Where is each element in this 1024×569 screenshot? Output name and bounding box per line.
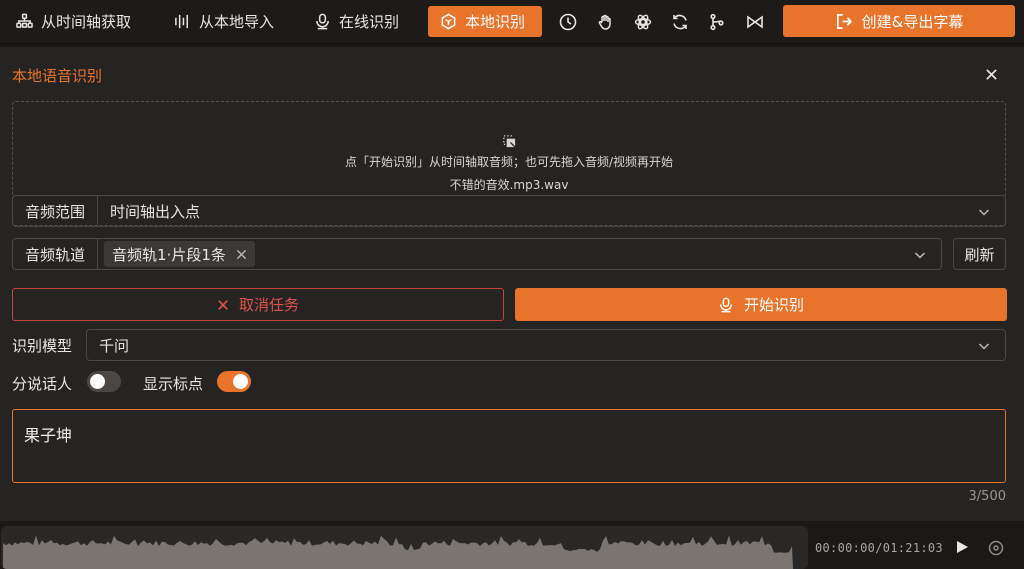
- chevron-down-icon: [914, 252, 926, 259]
- transition-button[interactable]: [744, 11, 766, 33]
- character-counter: 3/500: [968, 489, 1006, 504]
- dropzone-hint: 点「开始识别」从时间轴取音频；也可先拖入音频/视频再开始: [344, 155, 674, 169]
- local-recognize-button[interactable]: 本地识别: [428, 6, 542, 37]
- punctuation-label: 显示标点: [143, 375, 204, 393]
- export-label: 创建&导出字幕: [861, 12, 964, 31]
- drag-drop-icon: [502, 135, 516, 148]
- local-recognize-panel: 本地语音识别 点「开始识别」从时间轴取音频；也可先拖入音频/视频再开始 不错的音…: [0, 47, 1024, 521]
- chevron-down-icon: [978, 209, 990, 216]
- transcript-text: 果子坤: [24, 426, 73, 445]
- branch-icon: [710, 13, 724, 31]
- panel-title: 本地语音识别: [12, 67, 103, 85]
- create-export-subtitle-button[interactable]: 创建&导出字幕: [783, 5, 1015, 37]
- dropzone-filename: 不错的音效.mp3.wav: [449, 178, 569, 192]
- tag-remove-icon[interactable]: [236, 249, 247, 260]
- audio-track-tag-label: 音频轨1·片段1条: [112, 245, 226, 264]
- play-icon[interactable]: [955, 540, 969, 554]
- openai-button[interactable]: [632, 11, 654, 33]
- model-label: 识别模型: [12, 337, 73, 355]
- audio-waveform[interactable]: [1, 526, 808, 569]
- close-icon: [218, 299, 228, 310]
- transcript-textarea[interactable]: 果子坤: [12, 409, 1006, 483]
- audio-track-tag: 音频轨1·片段1条: [104, 241, 255, 267]
- branch-button[interactable]: [706, 11, 728, 33]
- start-recognize-button[interactable]: 开始识别: [515, 288, 1007, 321]
- audio-range-value: 时间轴出入点: [110, 202, 201, 221]
- audio-track-row: 音频轨道 音频轨1·片段1条: [12, 238, 942, 270]
- audio-track-label: 音频轨道: [13, 239, 99, 269]
- bowtie-icon: [747, 15, 763, 29]
- sync-button[interactable]: [669, 11, 691, 33]
- speaker-diarization-toggle[interactable]: [87, 371, 121, 392]
- refresh-button[interactable]: 刷新: [953, 238, 1006, 270]
- timecode: 00:00:00/01:21:03: [815, 541, 943, 555]
- chevron-down-icon: [978, 343, 990, 350]
- audio-range-select[interactable]: 时间轴出入点: [98, 196, 1005, 226]
- gesture-button[interactable]: [595, 11, 617, 33]
- microphone-icon: [316, 13, 329, 30]
- refresh-cycle-icon: [673, 14, 687, 30]
- local-import-button[interactable]: 从本地导入: [174, 6, 274, 37]
- local-recognize-label: 本地识别: [465, 13, 526, 31]
- timeline-get-button[interactable]: 从时间轴获取: [16, 6, 131, 37]
- history-button[interactable]: [557, 11, 579, 33]
- speaker-diarization-label: 分说话人: [12, 375, 73, 393]
- close-icon: [985, 68, 997, 80]
- hand-gesture-icon: [598, 14, 611, 30]
- toggle-knob: [90, 374, 105, 389]
- export-icon: [836, 13, 852, 29]
- cancel-task-label: 取消任务: [238, 296, 299, 314]
- openai-icon: [634, 14, 652, 30]
- cancel-task-button[interactable]: 取消任务: [12, 288, 504, 321]
- audio-bars-icon: [175, 14, 188, 29]
- hexagon-icon: [441, 13, 456, 30]
- punctuation-toggle[interactable]: [217, 371, 251, 392]
- local-import-label: 从本地导入: [199, 13, 275, 31]
- close-button[interactable]: [981, 64, 1001, 84]
- toggle-knob: [233, 374, 248, 389]
- microphone-icon: [719, 297, 733, 312]
- hierarchy-icon: [16, 13, 33, 28]
- online-recognize-label: 在线识别: [339, 13, 400, 31]
- model-value: 千问: [99, 336, 130, 355]
- clock-icon: [559, 13, 577, 31]
- audio-range-row: 音频范围 时间轴出入点: [12, 195, 1006, 227]
- audio-range-label: 音频范围: [13, 196, 99, 226]
- top-toolbar: 从时间轴获取 从本地导入 在线识别 本地识别 创建&导出字幕: [0, 0, 1024, 44]
- player-bar: 00:00:00/01:21:03: [0, 524, 1024, 569]
- audio-track-select[interactable]: 音频轨1·片段1条: [98, 239, 941, 269]
- online-recognize-button[interactable]: 在线识别: [314, 6, 399, 37]
- model-select[interactable]: 千问: [86, 329, 1006, 361]
- timeline-get-label: 从时间轴获取: [41, 13, 132, 31]
- start-recognize-label: 开始识别: [743, 296, 804, 314]
- waveform-graphic: [3, 535, 793, 569]
- settings-icon[interactable]: [988, 540, 1004, 556]
